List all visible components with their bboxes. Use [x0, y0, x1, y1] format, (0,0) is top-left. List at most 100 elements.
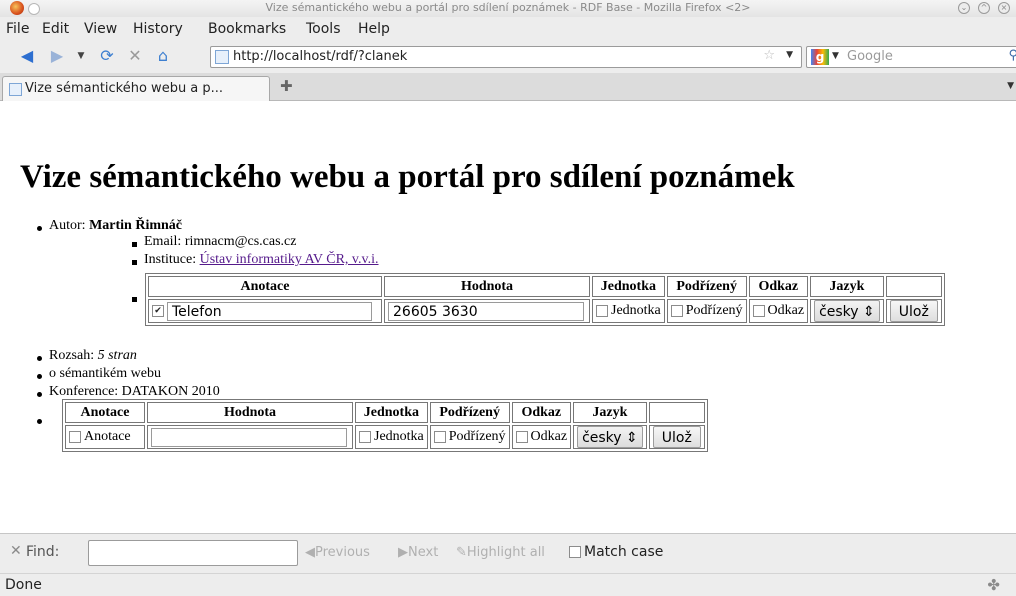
minimize-icon[interactable]: ⌄	[958, 2, 970, 14]
window-titlebar: Vize sémantického webu a portál pro sdíl…	[0, 0, 1016, 18]
tab-active[interactable]: Vize sémantického webu a p...	[2, 76, 270, 101]
find-previous-button[interactable]: ◀Previous	[305, 545, 370, 560]
stop-icon[interactable]: ✕	[126, 47, 144, 65]
match-case-option[interactable]: Match case	[569, 544, 663, 560]
anotace-label: Anotace	[84, 429, 131, 444]
search-engine-dropdown-icon[interactable]: ▼	[832, 51, 839, 61]
cell-hodnota: 26605 3630	[384, 299, 590, 323]
semantic-line: o sémantikém webu	[49, 366, 161, 381]
search-placeholder[interactable]: Google	[847, 49, 893, 64]
jednotka-label: Jednotka	[374, 429, 424, 444]
home-icon[interactable]: ⌂	[154, 47, 172, 65]
podrizeny-checkbox[interactable]	[433, 430, 446, 443]
header-odkaz: Odkaz	[748, 276, 809, 297]
menu-help[interactable]: Help	[358, 21, 390, 37]
menu-edit[interactable]: Edit	[42, 21, 69, 37]
list-bullet	[37, 392, 42, 397]
list-square	[132, 297, 137, 302]
odkaz-checkbox[interactable]	[752, 304, 765, 317]
odkaz-label: Odkaz	[530, 429, 568, 444]
konference-line: Konference: DATAKON 2010	[49, 384, 220, 399]
save-button[interactable]: Ulož	[889, 300, 938, 322]
search-bar[interactable]: g ▼ Google ⚲	[806, 46, 1016, 68]
menu-view[interactable]: View	[84, 21, 117, 37]
history-dropdown-icon[interactable]: ▼	[72, 47, 90, 65]
institution-link[interactable]: Ústav informatiky AV ČR, v.v.i.	[200, 252, 379, 267]
highlight-all-button[interactable]: ✎Highlight all	[456, 545, 545, 560]
find-label: Find:	[26, 544, 60, 560]
anotace-input[interactable]: Telefon	[167, 301, 372, 321]
find-previous-label: Previous	[315, 545, 370, 560]
url-text[interactable]: http://localhost/rdf/?clanek	[233, 49, 407, 64]
author-name: Martin Řimnáč	[89, 218, 182, 233]
resize-grip-icon[interactable]: ✤	[987, 576, 1000, 594]
institution-line: Instituce: Ústav informatiky AV ČR, v.v.…	[144, 252, 379, 268]
forward-arrow-icon[interactable]: ▶	[48, 47, 66, 65]
cell-podrizeny: Podřízený	[429, 425, 510, 449]
jazyk-select[interactable]: česky ⇕	[577, 426, 643, 448]
menu-tools[interactable]: Tools	[306, 21, 341, 37]
status-text: Done	[5, 577, 42, 593]
select-arrows-icon: ⇕	[863, 304, 875, 320]
header-anotace: Anotace	[65, 402, 145, 423]
annotation-table-1: Anotace Hodnota Jednotka Podřízený Odkaz…	[145, 273, 945, 326]
back-arrow-icon[interactable]: ◀	[18, 47, 36, 65]
jednotka-checkbox[interactable]	[359, 430, 371, 443]
email-line: Email: rimnacm@cs.cas.cz	[144, 234, 297, 249]
tab-label[interactable]: Vize sémantického webu a p...	[25, 81, 223, 96]
cell-anotace: ✔ Telefon	[148, 299, 382, 323]
match-case-checkbox[interactable]	[569, 546, 581, 558]
menu-bookmarks[interactable]: Bookmarks	[208, 21, 286, 37]
table-header-row: Anotace Hodnota Jednotka Podřízený Odkaz…	[65, 402, 705, 423]
google-engine-icon[interactable]: g	[811, 49, 829, 65]
list-square	[132, 242, 137, 247]
cell-jazyk: česky ⇕	[810, 299, 884, 323]
header-jazyk: Jazyk	[810, 276, 884, 297]
save-button[interactable]: Ulož	[652, 426, 701, 448]
header-podrizeny: Podřízený	[666, 276, 747, 297]
next-arrow-icon: ▶	[398, 545, 408, 560]
list-bullet	[37, 419, 42, 424]
find-bar: ✕ Find: ◀Previous ▶Next ✎Highlight all M…	[0, 533, 1016, 574]
annotation-table-2: Anotace Hodnota Jednotka Podřízený Odkaz…	[62, 399, 708, 452]
header-podrizeny: Podřízený	[429, 402, 510, 423]
url-bar[interactable]: http://localhost/rdf/?clanek ☆ ▼	[210, 46, 802, 68]
menu-file[interactable]: File	[6, 21, 29, 37]
table-header-row: Anotace Hodnota Jednotka Podřízený Odkaz…	[148, 276, 942, 297]
maximize-icon[interactable]: ^	[978, 2, 990, 14]
cell-jazyk: česky ⇕	[573, 425, 647, 449]
page-title: Vize sémantického webu a portál pro sdíl…	[20, 159, 795, 195]
reload-icon[interactable]: ⟳	[98, 47, 116, 65]
jazyk-select[interactable]: česky ⇕	[814, 300, 880, 322]
rozsah-line: Rozsah: 5 stran	[49, 348, 137, 364]
header-odkaz: Odkaz	[511, 402, 572, 423]
find-input[interactable]	[88, 540, 298, 566]
menu-history[interactable]: History	[133, 21, 183, 37]
tab-list-dropdown-icon[interactable]: ▼	[1007, 81, 1014, 91]
list-square	[132, 260, 137, 265]
header-hodnota: Hodnota	[384, 276, 590, 297]
header-empty	[885, 276, 942, 297]
hodnota-input[interactable]: 26605 3630	[388, 301, 584, 321]
institution-label: Instituce:	[144, 252, 197, 267]
bookmark-star-icon[interactable]: ☆	[763, 48, 775, 63]
author-label: Autor:	[49, 218, 86, 233]
find-next-button[interactable]: ▶Next	[398, 545, 438, 560]
rozsah-value: 5 stran	[97, 348, 137, 363]
podrizeny-label: Podřízený	[685, 303, 743, 318]
search-magnifier-icon[interactable]: ⚲	[1008, 48, 1016, 63]
jednotka-checkbox[interactable]	[596, 304, 608, 317]
find-close-icon[interactable]: ✕	[10, 543, 22, 559]
table-row: ✔ Telefon 26605 3630 Jednotka Podřízený O…	[148, 299, 942, 323]
podrizeny-checkbox[interactable]	[670, 304, 683, 317]
url-dropdown-icon[interactable]: ▼	[786, 50, 793, 60]
anotace-checkbox[interactable]	[69, 430, 81, 443]
list-bullet	[37, 356, 42, 361]
new-tab-plus-icon[interactable]: ✚	[280, 77, 293, 95]
close-window-icon[interactable]: ×	[998, 2, 1010, 14]
anotace-checkbox[interactable]: ✔	[152, 305, 164, 317]
header-empty	[648, 402, 705, 423]
odkaz-checkbox[interactable]	[515, 430, 528, 443]
select-arrows-icon: ⇕	[626, 430, 638, 446]
hodnota-input[interactable]	[151, 427, 347, 447]
